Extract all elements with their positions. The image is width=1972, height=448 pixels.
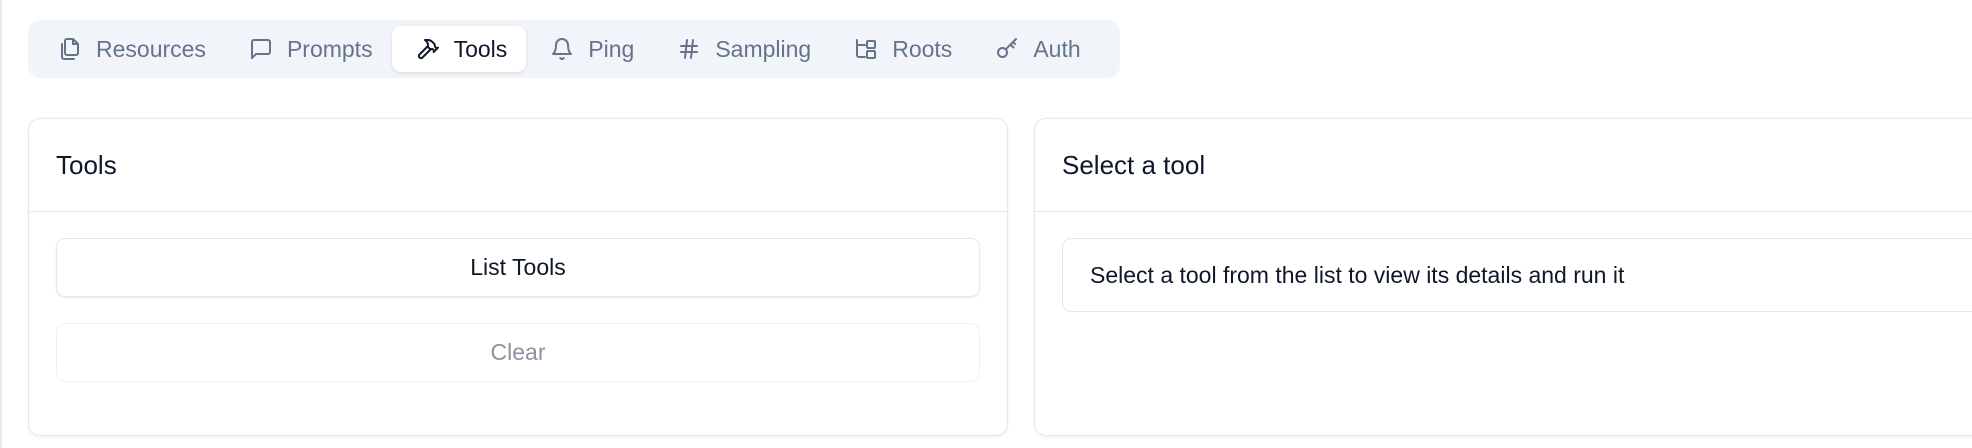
tab-label: Resources [96,35,206,62]
hash-icon [677,37,701,61]
tab-sampling[interactable]: Sampling [653,26,830,72]
clear-button[interactable]: Clear [56,323,980,382]
tab-label: Roots [892,35,953,62]
tab-roots[interactable]: Roots [830,26,971,72]
message-square-icon [249,37,273,61]
tab-tools[interactable]: Tools [391,26,527,72]
tab-ping[interactable]: Ping [526,26,653,72]
tools-panel-title: Tools [29,119,1007,212]
tool-detail-panel: Select a tool Select a tool from the lis… [1034,118,1972,436]
tab-label: Prompts [286,35,373,62]
tab-label: Ping [588,35,635,62]
files-icon [58,37,82,61]
window-edge [0,0,2,448]
bell-icon [550,37,574,61]
folder-tree-icon [854,37,878,61]
tab-bar: Resources Prompts Tools Ping Sampling Ro… [28,20,1120,78]
list-tools-button[interactable]: List Tools [56,238,980,297]
tab-label: Sampling [715,35,812,62]
tool-detail-title: Select a tool [1035,119,1972,212]
tab-label: Auth [1033,35,1081,62]
key-icon [995,37,1019,61]
tool-detail-placeholder: Select a tool from the list to view its … [1062,238,1972,312]
tab-prompts[interactable]: Prompts [225,26,392,72]
tools-panel: Tools List Tools Clear [28,118,1008,436]
hammer-icon [416,37,440,61]
tab-auth[interactable]: Auth [971,26,1099,72]
tab-resources[interactable]: Resources [34,26,225,72]
tab-label: Tools [453,35,508,62]
